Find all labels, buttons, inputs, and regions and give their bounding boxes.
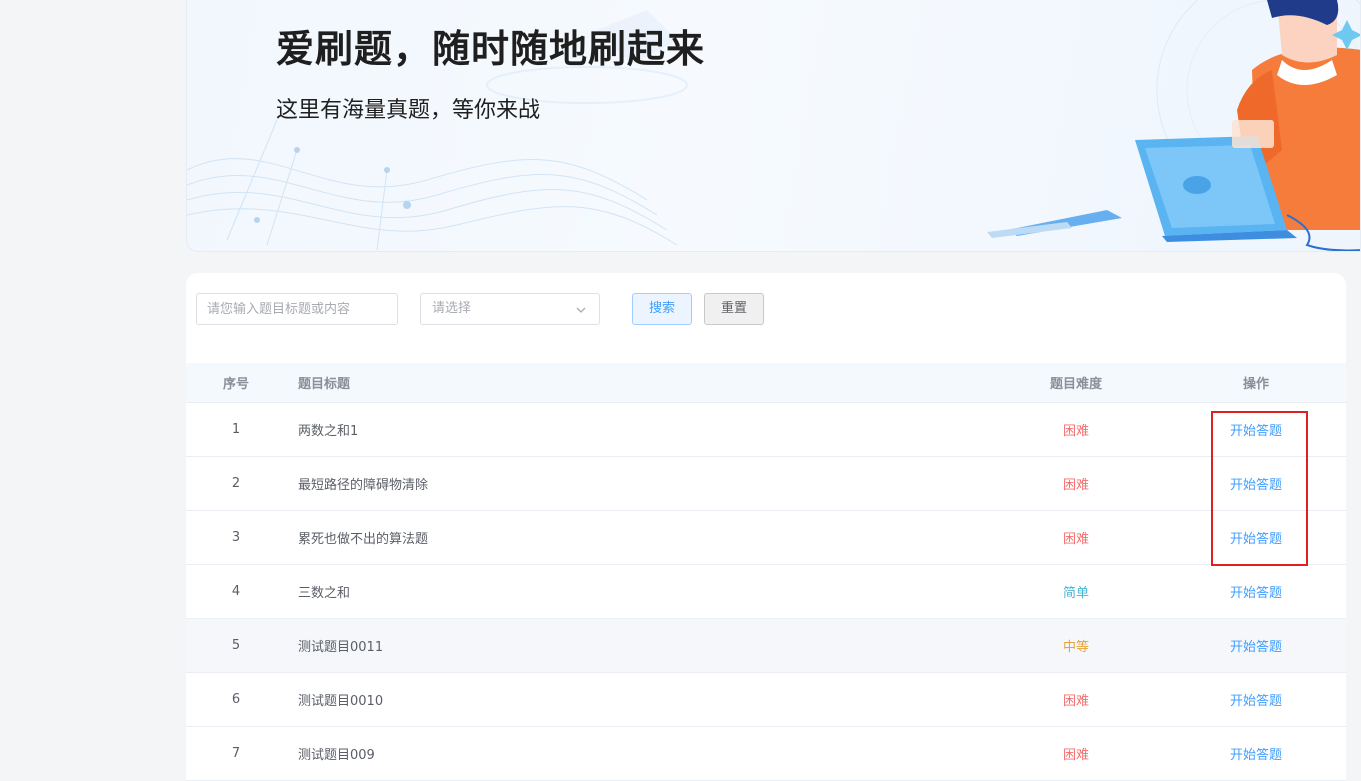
row-title: 测试题目0011 <box>298 640 384 655</box>
table-row: 3 累死也做不出的算法题 困难 开始答题 <box>186 511 1346 565</box>
row-title: 测试题目009 <box>298 748 375 763</box>
table-row: 2 最短路径的障碍物清除 困难 开始答题 <box>186 457 1346 511</box>
start-answer-link[interactable]: 开始答题 <box>1230 582 1282 601</box>
row-index: 5 <box>231 638 241 653</box>
row-difficulty: 困难 <box>1062 748 1089 763</box>
start-answer-link[interactable]: 开始答题 <box>1230 528 1282 547</box>
table-row: 6 测试题目0010 困难 开始答题 <box>186 673 1346 727</box>
start-answer-link[interactable]: 开始答题 <box>1230 420 1282 439</box>
row-difficulty: 困难 <box>1062 478 1089 493</box>
row-index: 6 <box>231 692 241 707</box>
row-index: 4 <box>231 584 241 599</box>
start-answer-link[interactable]: 开始答题 <box>1230 690 1282 709</box>
reset-button[interactable]: 重置 <box>704 293 764 325</box>
row-index: 2 <box>231 476 241 491</box>
row-difficulty: 困难 <box>1062 694 1089 709</box>
header-action: 操作 <box>1242 377 1269 392</box>
row-index: 7 <box>231 746 241 761</box>
row-title: 三数之和 <box>298 586 351 601</box>
header-index: 序号 <box>222 377 249 392</box>
search-input[interactable] <box>196 293 398 325</box>
table-row: 7 测试题目009 困难 开始答题 <box>186 727 1346 781</box>
difficulty-select[interactable]: 请选择 <box>420 293 600 325</box>
hero-banner: 爱刷题，随时随地刷起来 这里有海量真题，等你来战 <box>186 0 1361 252</box>
row-index: 1 <box>231 422 241 437</box>
table-row: 1 两数之和1 困难 开始答题 <box>186 403 1346 457</box>
start-answer-link[interactable]: 开始答题 <box>1230 474 1282 493</box>
question-list-card: 请选择 搜索 重置 序号 题目标题 题目难度 操作 1 两数之和1 困难 开始答… <box>186 273 1346 781</box>
banner-subtitle: 这里有海量真题，等你来战 <box>276 98 541 123</box>
row-title: 累死也做不出的算法题 <box>298 532 429 547</box>
table-row: 5 测试题目0011 中等 开始答题 <box>186 619 1346 673</box>
start-answer-link[interactable]: 开始答题 <box>1230 744 1282 763</box>
row-index: 3 <box>231 530 241 545</box>
row-difficulty: 中等 <box>1062 640 1089 655</box>
difficulty-select-placeholder: 请选择 <box>432 301 472 316</box>
table-header: 序号 题目标题 题目难度 操作 <box>186 363 1346 403</box>
search-button[interactable]: 搜索 <box>632 293 692 325</box>
header-difficulty: 题目难度 <box>1049 377 1102 392</box>
chevron-down-icon <box>576 307 586 313</box>
header-title: 题目标题 <box>298 377 351 392</box>
start-answer-link[interactable]: 开始答题 <box>1230 636 1282 655</box>
row-difficulty: 简单 <box>1062 586 1089 601</box>
row-title: 两数之和1 <box>298 424 359 439</box>
banner-title: 爱刷题，随时随地刷起来 <box>276 27 706 71</box>
table-row: 4 三数之和 简单 开始答题 <box>186 565 1346 619</box>
question-table: 序号 题目标题 题目难度 操作 1 两数之和1 困难 开始答题 2 最短路径的障… <box>186 363 1346 781</box>
row-title: 最短路径的障碍物清除 <box>298 478 429 493</box>
row-difficulty: 困难 <box>1062 424 1089 439</box>
row-title: 测试题目0010 <box>298 694 384 709</box>
row-difficulty: 困难 <box>1062 532 1089 547</box>
